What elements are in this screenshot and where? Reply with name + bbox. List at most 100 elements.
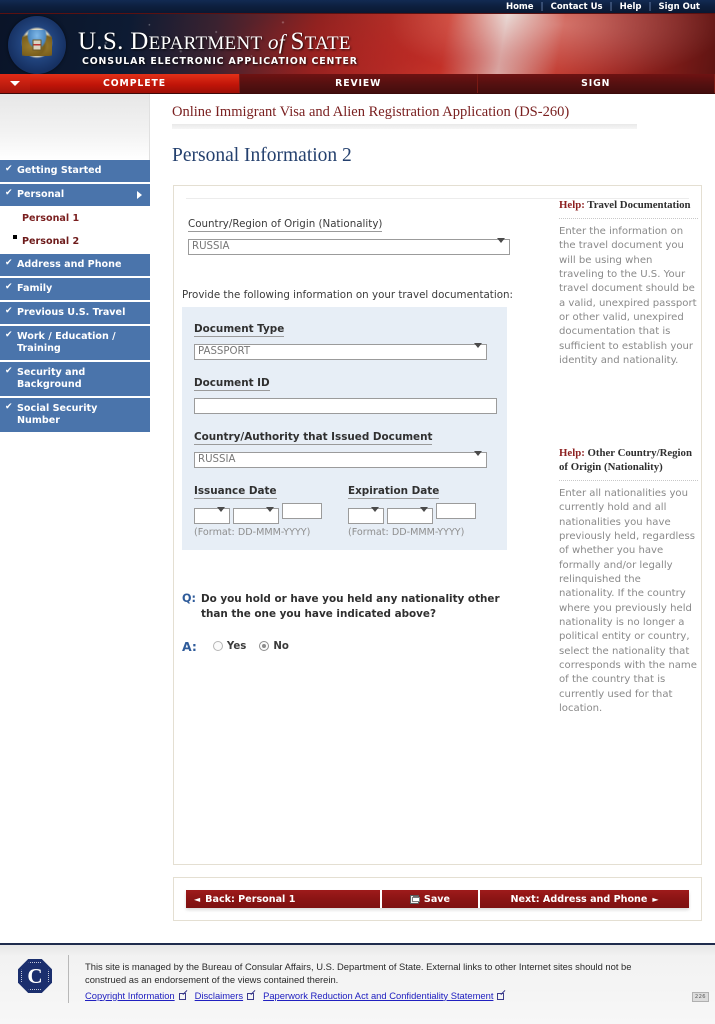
- sidebar-item-personal-2[interactable]: Personal 2: [0, 230, 150, 252]
- expiration-date-label: Expiration Date: [348, 484, 440, 499]
- sidebar-item-security-and-background[interactable]: ✔ Security and Background: [0, 361, 150, 396]
- expiration-month-select[interactable]: [387, 507, 433, 524]
- expiration-month-wrap: [387, 503, 433, 524]
- travel-documentation-panel: Document Type PASSPORT Document ID Count…: [182, 307, 507, 550]
- check-icon: ✔: [5, 401, 13, 412]
- title-part-tate: TATE: [304, 33, 351, 54]
- radio-yes-label[interactable]: Yes: [227, 641, 246, 652]
- utility-link-contact-us[interactable]: Contact Us: [544, 0, 610, 14]
- sidebar-item-label: Social Security Number: [17, 402, 98, 426]
- nationality-select-wrap: RUSSIA: [188, 234, 510, 255]
- issuing-authority-select[interactable]: RUSSIA: [194, 451, 487, 468]
- issuance-date-label: Issuance Date: [194, 484, 277, 499]
- sidebar-item-personal[interactable]: ✔ Personal: [0, 183, 150, 206]
- help-heading: Help: Travel Documentation: [559, 198, 698, 218]
- tab-sign[interactable]: SIGN: [477, 74, 715, 93]
- tab-review[interactable]: REVIEW: [240, 74, 478, 93]
- help-block-travel-documentation: Help: Travel Documentation Enter the inf…: [559, 198, 698, 368]
- sidebar-navigation: ✔ Getting Started ✔ Personal Personal 1 …: [0, 94, 150, 434]
- document-id-input[interactable]: [194, 397, 497, 414]
- footer-badge: 226: [691, 992, 709, 1002]
- external-link-icon: [497, 992, 505, 1000]
- issuance-date-controls: [194, 502, 322, 524]
- sidebar-item-label: Address and Phone: [17, 258, 122, 270]
- current-page-bullet-icon: [13, 234, 17, 239]
- page-title: Personal Information 2: [172, 145, 352, 166]
- radio-yes[interactable]: [212, 641, 223, 652]
- form-actions-bar: ◄ Back: Personal 1 Save Next: Address an…: [186, 890, 689, 908]
- save-button[interactable]: Save: [382, 890, 478, 908]
- expiration-date-format-hint: (Format: DD-MMM-YYYY): [348, 526, 465, 538]
- next-button[interactable]: Next: Address and Phone ►: [480, 890, 689, 908]
- check-icon: ✔: [5, 164, 13, 174]
- sidebar-item-label: Security and Background: [17, 366, 86, 390]
- sidebar-item-previous-us-travel[interactable]: ✔ Previous U.S. Travel: [0, 301, 150, 324]
- check-icon: ✔: [5, 281, 13, 292]
- footer-divider: [68, 955, 69, 1003]
- footer-link-paperwork-reduction-act[interactable]: Paperwork Reduction Act and Confidential…: [263, 990, 493, 1001]
- issuing-authority-label: Country/Authority that Issued Document: [194, 430, 433, 445]
- question-marker: Q:: [182, 591, 196, 605]
- seal-shield-detail: [32, 39, 42, 51]
- issuance-year-input[interactable]: [282, 502, 322, 519]
- issuance-month-select[interactable]: [233, 507, 279, 524]
- form-panel: Country/Region of Origin (Nationality) R…: [173, 185, 702, 865]
- radio-no-label[interactable]: No: [273, 641, 289, 652]
- check-icon: ✔: [5, 187, 13, 198]
- sidebar-subitem-label: Personal 2: [22, 235, 80, 247]
- sidebar-item-work-education-training[interactable]: ✔ Work / Education / Training: [0, 325, 150, 360]
- sidebar-item-label: Getting Started: [17, 165, 102, 176]
- step-dropdown-toggle[interactable]: [0, 74, 30, 93]
- site-banner: U.S. DEPARTMENT of STATE CONSULAR ELECTR…: [0, 14, 715, 74]
- document-type-select[interactable]: PASSPORT: [194, 344, 487, 360]
- help-body-text: Enter the information on the travel docu…: [559, 226, 697, 366]
- document-type-label: Document Type: [194, 323, 285, 337]
- check-icon: ✔: [5, 305, 13, 316]
- application-form-title: Online Immigrant Visa and Alien Registra…: [172, 104, 570, 120]
- footer-link-copyright-information[interactable]: Copyright Information: [85, 990, 175, 1001]
- issuance-month-wrap: [233, 503, 279, 524]
- utility-link-help[interactable]: Help: [613, 0, 649, 14]
- help-heading-text: Travel Documentation: [584, 199, 691, 211]
- issuance-day-select[interactable]: [194, 507, 230, 524]
- external-link-icon: [247, 992, 255, 1000]
- back-button[interactable]: ◄ Back: Personal 1: [186, 890, 380, 908]
- sidebar-item-label: Personal: [17, 188, 65, 200]
- radio-no[interactable]: [259, 641, 270, 652]
- sidebar-item-label: Work / Education / Training: [17, 330, 116, 354]
- sidebar-item-family[interactable]: ✔ Family: [0, 277, 150, 300]
- department-subtitle: CONSULAR ELECTRONIC APPLICATION CENTER: [82, 56, 358, 67]
- sidebar-item-label: Previous U.S. Travel: [17, 306, 126, 318]
- arrow-right-icon: ►: [652, 894, 659, 904]
- title-part-s: S: [290, 28, 305, 55]
- expiration-year-input[interactable]: [436, 502, 476, 519]
- document-id-label: Document ID: [194, 377, 270, 391]
- sidebar-item-label: Family: [17, 282, 53, 294]
- form-actions-panel: ◄ Back: Personal 1 Save Next: Address an…: [173, 877, 702, 921]
- utility-link-sign-out[interactable]: Sign Out: [652, 0, 707, 14]
- question-row: Q: Do you hold or have you held any nati…: [182, 592, 519, 622]
- title-part-of: of: [262, 30, 291, 54]
- arrow-left-icon: ◄: [194, 894, 201, 904]
- consular-affairs-seal-icon: C: [18, 959, 52, 993]
- expiration-day-select[interactable]: [348, 507, 384, 524]
- footer-link-disclaimers[interactable]: Disclaimers: [195, 990, 243, 1001]
- sidebar-item-personal-1[interactable]: Personal 1: [0, 207, 150, 229]
- tab-complete[interactable]: COMPLETE: [30, 74, 240, 93]
- help-divider: [559, 480, 698, 482]
- expiration-date-group: Expiration Date (Format: DD-MMM-YYYY): [348, 479, 476, 538]
- sidebar-item-social-security-number[interactable]: ✔ Social Security Number: [0, 397, 150, 432]
- title-part-epartment: EPARTMENT: [148, 33, 263, 54]
- sidebar-item-address-and-phone[interactable]: ✔ Address and Phone: [0, 253, 150, 276]
- check-icon: ✔: [5, 329, 13, 340]
- page-footer: C This site is managed by the Bureau of …: [0, 943, 715, 1024]
- utility-link-home[interactable]: Home: [499, 0, 541, 14]
- footer-disclaimer-text: This site is managed by the Bureau of Co…: [85, 961, 632, 986]
- page-body: ✔ Getting Started ✔ Personal Personal 1 …: [0, 94, 715, 943]
- seal-letter: C: [27, 963, 43, 988]
- nationality-select[interactable]: RUSSIA: [188, 239, 510, 255]
- document-type-select-wrap: PASSPORT: [194, 339, 487, 360]
- external-link-icon: [178, 992, 186, 1000]
- sidebar-item-getting-started[interactable]: ✔ Getting Started: [0, 160, 150, 182]
